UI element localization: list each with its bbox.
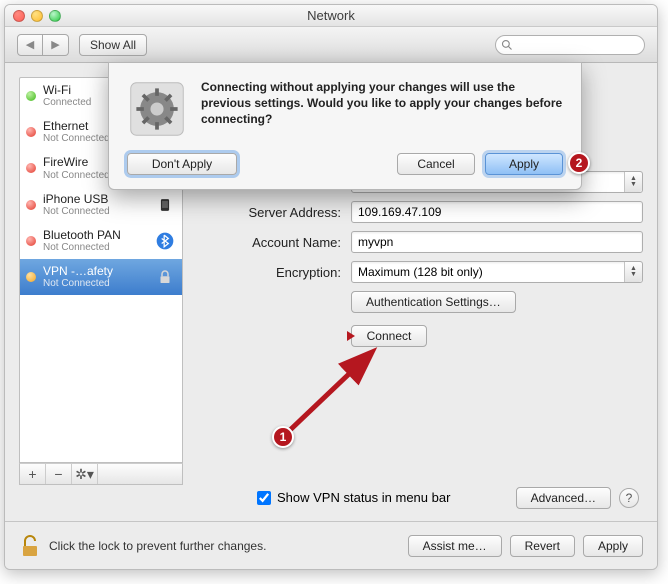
auth-settings-button[interactable]: Authentication Settings… (351, 291, 516, 313)
forward-button[interactable]: ▶ (43, 34, 69, 56)
sidebar-item-label: Bluetooth PAN (43, 229, 147, 242)
chevron-updown-icon: ▲▼ (624, 172, 642, 192)
remove-button[interactable]: − (46, 464, 72, 484)
encryption-label: Encryption: (197, 265, 341, 280)
sidebar-item-status: Not Connected (43, 242, 147, 253)
advanced-button[interactable]: Advanced… (516, 487, 611, 509)
apply-button[interactable]: Apply (583, 535, 643, 557)
encryption-select[interactable]: Maximum (128 bit only) ▲▼ (351, 261, 643, 283)
account-name-input[interactable] (351, 231, 643, 253)
show-vpn-status-checkbox[interactable] (257, 491, 271, 505)
vpn-form: Configuration: Default ▲▼ Server Address… (197, 171, 643, 347)
status-dot-icon (26, 127, 36, 137)
search-field-wrap (495, 35, 645, 55)
prefs-gear-icon (127, 79, 187, 139)
lock-text: Click the lock to prevent further change… (49, 539, 266, 553)
status-dot-icon (26, 91, 36, 101)
toolbar: ◀ ▶ Show All (5, 27, 657, 63)
add-button[interactable]: + (20, 464, 46, 484)
action-menu-button[interactable]: ✲▾ (72, 464, 98, 484)
server-address-label: Server Address: (197, 205, 341, 220)
sidebar-item-vpn[interactable]: VPN -…afety Not Connected (20, 259, 182, 295)
help-button[interactable]: ? (619, 488, 639, 508)
confirm-sheet: Connecting without applying your changes… (108, 62, 582, 190)
sidebar-item-iphone-usb[interactable]: iPhone USB Not Connected (20, 187, 182, 223)
bluetooth-icon (154, 230, 176, 252)
show-all-button[interactable]: Show All (79, 34, 147, 56)
status-dot-icon (26, 163, 36, 173)
dont-apply-button[interactable]: Don't Apply (127, 153, 237, 175)
assist-me-button[interactable]: Assist me… (408, 535, 502, 557)
encryption-value: Maximum (128 bit only) (358, 265, 483, 279)
annotation-badge-2: 2 (568, 152, 590, 174)
back-button[interactable]: ◀ (17, 34, 43, 56)
annotation-badge-1: 1 (272, 426, 294, 448)
iphone-icon (154, 194, 176, 216)
status-dot-icon (26, 200, 36, 210)
server-address-input[interactable] (351, 201, 643, 223)
sidebar-item-status: Not Connected (43, 278, 147, 289)
sidebar-item-label: iPhone USB (43, 193, 147, 206)
account-name-label: Account Name: (197, 235, 341, 250)
status-dot-icon (26, 236, 36, 246)
sheet-apply-button[interactable]: Apply (485, 153, 563, 175)
sidebar-footer: + − ✲▾ (19, 463, 183, 485)
titlebar: Network (5, 5, 657, 27)
sheet-message: Connecting without applying your changes… (201, 79, 563, 139)
lock-icon (154, 266, 176, 288)
window-title: Network (5, 8, 657, 23)
search-icon (501, 39, 513, 51)
cancel-button[interactable]: Cancel (397, 153, 475, 175)
sidebar-item-label: VPN -…afety (43, 265, 147, 278)
chevron-updown-icon: ▲▼ (624, 262, 642, 282)
sidebar-item-status: Not Connected (43, 206, 147, 217)
revert-button[interactable]: Revert (510, 535, 575, 557)
search-input[interactable] (495, 35, 645, 55)
sidebar-item-bluetooth[interactable]: Bluetooth PAN Not Connected (20, 223, 182, 259)
nav-buttons: ◀ ▶ (17, 34, 69, 56)
unlocked-lock-icon[interactable] (19, 534, 41, 558)
annotation-triangle-icon (347, 331, 355, 341)
show-vpn-status-label: Show VPN status in menu bar (277, 490, 450, 505)
connect-button[interactable]: Connect (351, 325, 427, 347)
bottom-bar: Click the lock to prevent further change… (5, 521, 657, 569)
status-dot-icon (26, 272, 36, 282)
